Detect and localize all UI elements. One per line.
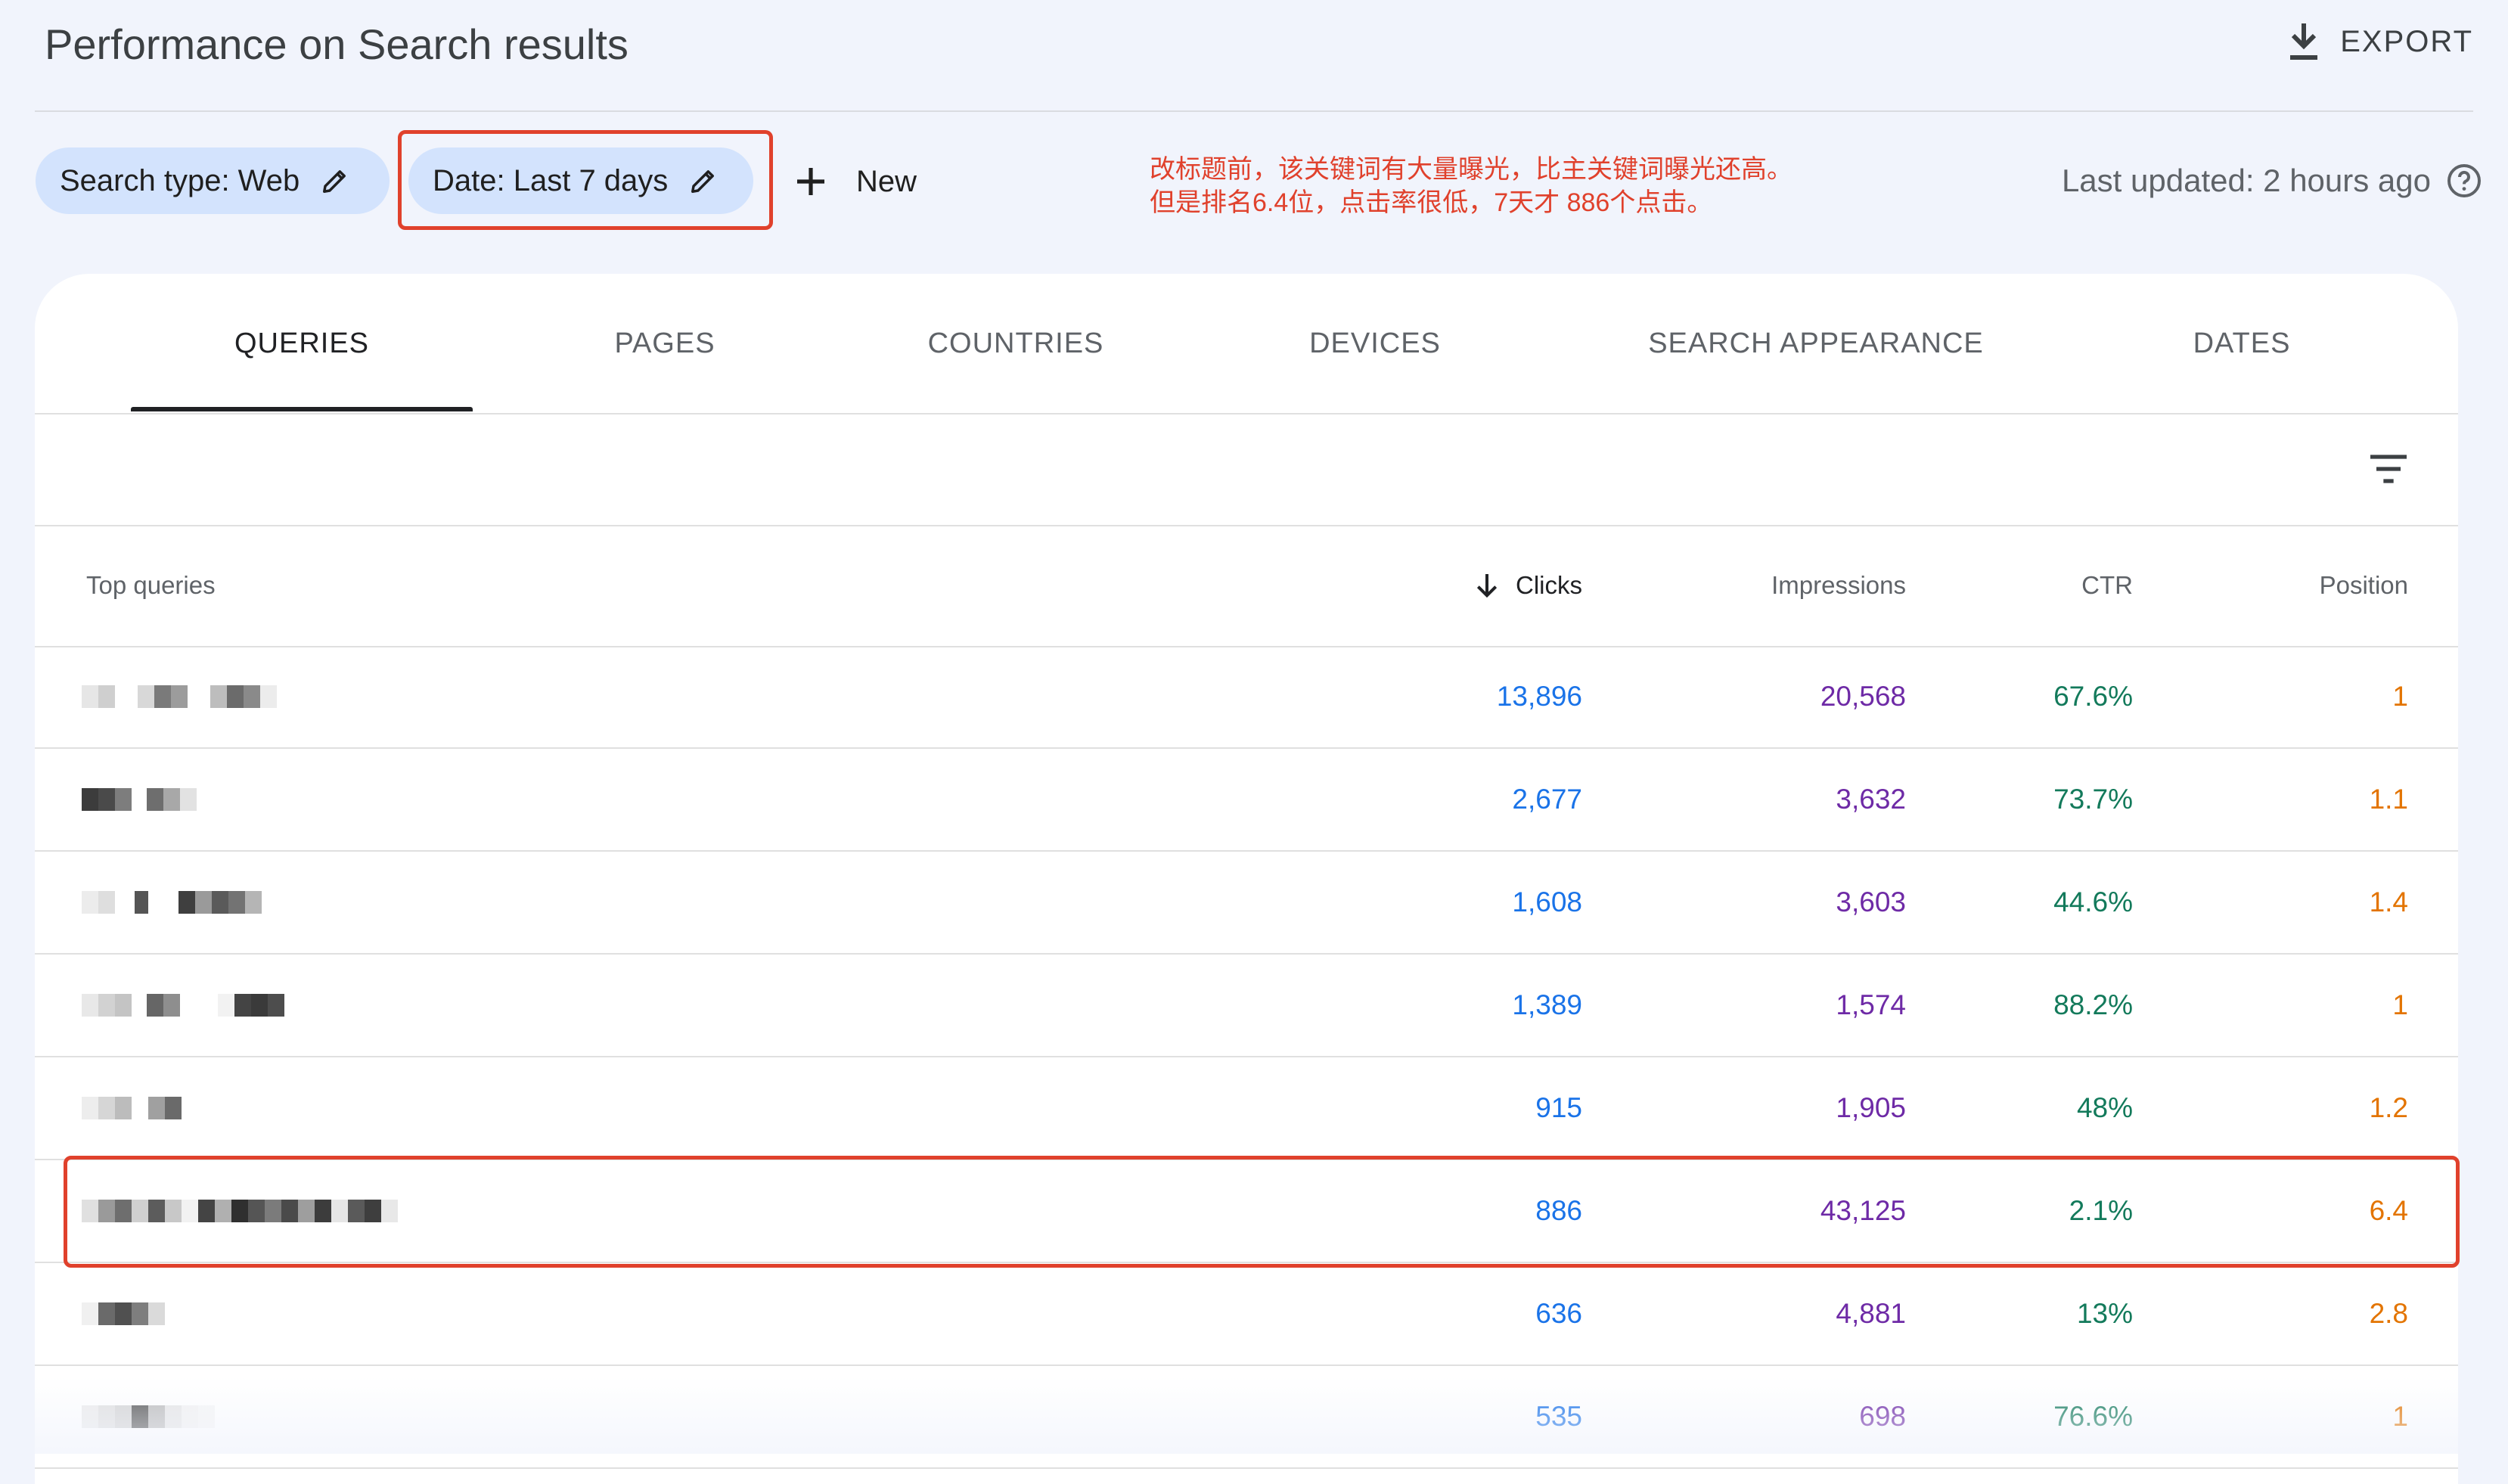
tab-pages[interactable]: PAGES (534, 274, 796, 413)
impressions-value: 4,881 (1836, 1298, 1906, 1329)
query-cell-redacted (82, 1366, 215, 1467)
download-icon (2290, 23, 2318, 60)
header-ctr[interactable]: CTR (2081, 525, 2133, 646)
table-row[interactable]: 1,608 3,603 44.6% 1.4 (35, 852, 2458, 955)
page-header: Performance on Search results EXPORT (35, 0, 2473, 112)
query-cell-redacted (82, 1057, 182, 1159)
tab-search-appearance[interactable]: SEARCH APPEARANCE (1616, 274, 2016, 413)
position-value: 1 (2392, 1401, 2408, 1432)
query-cell-redacted (82, 646, 277, 747)
position-value: 1 (2392, 989, 2408, 1020)
ctr-value: 44.6% (2053, 886, 2133, 917)
impressions-value: 1,905 (1836, 1092, 1906, 1123)
position-value: 1.4 (2369, 886, 2408, 917)
clicks-value: 1,608 (1512, 886, 1582, 917)
report-card: QUERIES PAGES COUNTRIES DEVICES SEARCH A… (35, 274, 2458, 1484)
tab-countries[interactable]: COUNTRIES (859, 274, 1172, 413)
header-position[interactable]: Position (2320, 525, 2408, 646)
position-value: 2.8 (2369, 1298, 2408, 1329)
impressions-value: 1,574 (1836, 989, 1906, 1020)
header-top-queries: Top queries (86, 571, 216, 599)
last-updated-text: Last updated: 2 hours ago (2061, 163, 2431, 198)
annotation-line-1: 改标题前，该关键词有大量曝光，比主关键词曝光还高。 (1150, 155, 1793, 184)
annotation-note: 改标题前，该关键词有大量曝光，比主关键词曝光还高。 但是排名6.4位，点击率很低… (1150, 153, 1876, 219)
export-button[interactable]: EXPORT (2286, 17, 2473, 67)
query-cell-redacted (82, 1263, 165, 1364)
clicks-value: 535 (1535, 1401, 1582, 1432)
search-type-chip[interactable]: Search type: Web (36, 147, 390, 214)
header-clicks-label: Clicks (1516, 571, 1582, 599)
query-cell-redacted (82, 749, 197, 850)
position-value: 1 (2392, 681, 2408, 712)
impressions-value: 3,603 (1836, 886, 1906, 917)
help-icon[interactable] (2446, 163, 2482, 199)
query-cell-redacted (82, 955, 284, 1056)
dimension-tabs: QUERIES PAGES COUNTRIES DEVICES SEARCH A… (35, 274, 2458, 414)
pencil-icon (323, 170, 346, 193)
query-cell-redacted (82, 852, 262, 953)
ctr-value: 73.7% (2053, 784, 2133, 815)
tab-dates[interactable]: DATES (2130, 274, 2354, 413)
impressions-value: 698 (1859, 1401, 1906, 1432)
plus-icon (797, 168, 824, 195)
table-row[interactable]: 13,896 20,568 67.6% 1 (35, 646, 2458, 749)
tab-devices[interactable]: DEVICES (1237, 274, 1513, 413)
table-row[interactable]: 1,389 1,574 88.2% 1 (35, 955, 2458, 1057)
search-type-label: Search type: Web (60, 163, 300, 197)
table-row[interactable]: 2,677 3,632 73.7% 1.1 (35, 749, 2458, 852)
ctr-value: 88.2% (2053, 989, 2133, 1020)
header-clicks[interactable]: Clicks (1472, 525, 1582, 646)
date-highlight-box (398, 130, 773, 230)
impressions-value: 3,632 (1836, 784, 1906, 815)
position-value: 1.1 (2369, 784, 2408, 815)
ctr-value: 13% (2076, 1298, 2133, 1329)
impressions-value: 20,568 (1820, 681, 1906, 712)
row-highlight-box (64, 1156, 2460, 1268)
table-header: Top queries Clicks Impressions CTR Posit… (35, 525, 2458, 647)
ctr-value: 48% (2076, 1092, 2133, 1123)
new-filter-label: New (856, 164, 917, 198)
arrow-down-icon (1476, 574, 1498, 598)
table-row[interactable]: 915 1,905 48% 1.2 (35, 1057, 2458, 1160)
clicks-value: 1,389 (1512, 989, 1582, 1020)
table-filter-row (35, 413, 2458, 526)
clicks-value: 915 (1535, 1092, 1582, 1123)
clicks-value: 2,677 (1512, 784, 1582, 815)
ctr-value: 76.6% (2053, 1401, 2133, 1432)
query-rows: 13,896 20,568 67.6% 1 2,677 3,632 73.7% … (35, 646, 2458, 1469)
clicks-value: 636 (1535, 1298, 1582, 1329)
tab-queries[interactable]: QUERIES (131, 274, 473, 413)
export-label: EXPORT (2340, 24, 2473, 58)
ctr-value: 67.6% (2053, 681, 2133, 712)
page-title: Performance on Search results (45, 20, 629, 68)
filter-icon[interactable] (2364, 445, 2413, 493)
table-row[interactable]: 636 4,881 13% 2.8 (35, 1263, 2458, 1366)
last-updated: Last updated: 2 hours ago (2062, 154, 2482, 207)
new-filter-button[interactable]: New (793, 151, 917, 212)
header-impressions[interactable]: Impressions (1771, 525, 1906, 646)
position-value: 1.2 (2369, 1092, 2408, 1123)
clicks-value: 13,896 (1496, 681, 1582, 712)
active-tab-indicator (131, 407, 473, 411)
annotation-line-2: 但是排名6.4位，点击率很低，7天才 886个点击。 (1150, 188, 1713, 217)
